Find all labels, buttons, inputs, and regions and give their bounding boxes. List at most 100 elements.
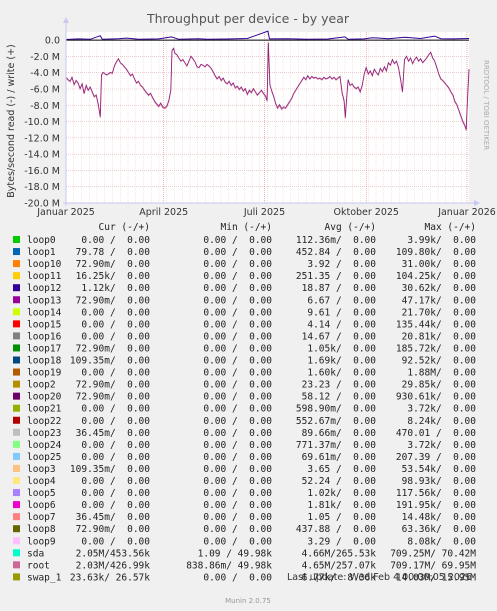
y-tick-label: -18.0 M — [24, 182, 60, 193]
legend-swatch — [13, 416, 20, 424]
legend-avg-value: 1.69k/ 0.00 — [307, 356, 376, 367]
legend-series-name: loop1 — [27, 247, 56, 258]
legend-min-value: 0.00 / 0.00 — [203, 283, 272, 294]
legend-cur-value: 72.90m/ 0.00 — [76, 295, 151, 306]
legend-swatch — [13, 308, 20, 316]
legend-cur-value: 72.90m/ 0.00 — [76, 259, 151, 270]
legend-avg-value: 251.35 / 0.00 — [296, 271, 376, 282]
legend-min-value: 0.00 / 0.00 — [203, 488, 272, 499]
legend-cur-value: 72.90m/ 0.00 — [76, 380, 151, 391]
legend-swatch — [13, 440, 20, 448]
legend-min-value: 0.00 / 0.00 — [203, 512, 272, 523]
legend-max-value: 63.36k/ 0.00 — [402, 524, 477, 535]
legend-min-value: 0.00 / 0.00 — [203, 259, 272, 270]
legend-cur-value: 0.00 / 0.00 — [81, 319, 150, 330]
legend-min-value: 0.00 / 0.00 — [203, 440, 272, 451]
chart-title: Throughput per device - by year — [146, 11, 350, 26]
legend-max-value: 709.17M/ 69.95M — [390, 560, 476, 571]
legend-min-value: 0.00 / 0.00 — [203, 235, 272, 246]
legend-series-name: loop3 — [27, 464, 56, 475]
legend-swatch — [13, 380, 20, 388]
legend-series-name: loop25 — [27, 452, 61, 463]
last-update: Last update: Wed Feb 4 00:00:05 2026 — [287, 572, 472, 583]
legend-min-value: 0.00 / 0.00 — [203, 464, 272, 475]
y-axis-arrow-icon — [63, 17, 69, 23]
legend-max-value: 21.70k/ 0.00 — [402, 307, 477, 318]
legend-min-value: 0.00 / 0.00 — [203, 476, 272, 487]
legend-max-value: 47.17k/ 0.00 — [402, 295, 477, 306]
legend-avg-value: 58.12 / 0.00 — [302, 392, 377, 403]
legend-series-name: loop5 — [27, 488, 56, 499]
legend-avg-value: 52.24 / 0.00 — [302, 476, 377, 487]
legend-cur-value: 36.45m/ 0.00 — [76, 512, 151, 523]
legend-avg-value: 69.61m/ 0.00 — [302, 452, 377, 463]
legend-cur-value: 0.00 / 0.00 — [81, 416, 150, 427]
x-tick-label: Oktober 2025 — [333, 207, 399, 218]
x-tick-label: Juli 2025 — [243, 207, 285, 218]
legend-avg-value: 437.88 / 0.00 — [296, 524, 376, 535]
legend-series-name: loop17 — [27, 343, 61, 354]
legend-series-name: loop8 — [27, 524, 56, 535]
legend-max-value: 185.72k/ 0.00 — [396, 343, 476, 354]
legend-avg-value: 1.05k/ 0.00 — [307, 343, 376, 354]
legend-column-header: Avg (-/+) — [325, 222, 376, 233]
legend-min-value: 0.00 / 0.00 — [203, 392, 272, 403]
legend-swatch — [13, 356, 20, 364]
legend-series-name: loop16 — [27, 331, 62, 342]
legend-series-name: loop15 — [27, 319, 61, 330]
legend-avg-value: 6.67 / 0.00 — [307, 295, 376, 306]
legend-min-value: 0.00 / 0.00 — [203, 536, 272, 547]
legend-series-name: loop18 — [27, 356, 62, 367]
legend-swatch — [13, 296, 20, 304]
legend-cur-value: 16.25k/ 0.00 — [76, 271, 151, 282]
legend-swatch — [13, 392, 20, 400]
legend-max-value: 30.62k/ 0.00 — [402, 283, 477, 294]
legend-min-value: 0.00 / 0.00 — [203, 416, 272, 427]
legend-cur-value: 109.35m/ 0.00 — [70, 356, 150, 367]
legend-min-value: 0.00 / 0.00 — [203, 319, 272, 330]
legend-max-value: 3.72k/ 0.00 — [407, 404, 476, 415]
legend-cur-value: 109.35m/ 0.00 — [70, 464, 150, 475]
legend-max-value: 117.56k/ 0.00 — [396, 488, 476, 499]
legend-column-header: Min (-/+) — [221, 222, 272, 233]
y-tick-label: -2.0 M — [30, 52, 60, 63]
legend-swatch — [13, 428, 20, 436]
legend-series-name: swap_1 — [27, 572, 62, 583]
legend-avg-value: 1.81k/ 0.00 — [307, 500, 376, 511]
legend-cur-value: 23.63k/ 26.57k — [70, 572, 150, 583]
legend-series-name: loop13 — [27, 295, 61, 306]
legend-max-value: 29.85k/ 0.00 — [402, 380, 477, 391]
legend-max-value: 207.39 / 0.00 — [396, 452, 476, 463]
legend-series-name: sda — [27, 548, 44, 559]
y-tick-label: -14.0 M — [24, 150, 60, 161]
legend-swatch — [13, 368, 20, 376]
legend: Cur (-/+) Min (-/+) Avg (-/+) Max (-/+) loop… — [13, 222, 476, 583]
legend-swatch — [13, 344, 20, 352]
legend-swatch — [13, 248, 20, 256]
legend-avg-value: 552.67m/ 0.00 — [296, 416, 376, 427]
legend-series-name: loop7 — [27, 512, 56, 523]
x-axis-arrow-icon — [474, 200, 480, 206]
legend-max-value: 20.81k/ 0.00 — [402, 331, 477, 342]
legend-avg-value: 9.61 / 0.00 — [307, 307, 376, 318]
legend-min-value: 1.09 / 49.98k — [198, 548, 273, 559]
legend-min-value: 0.00 / 0.00 — [203, 356, 272, 367]
x-tick-label: Januar 2026 — [437, 207, 496, 218]
legend-swatch — [13, 320, 20, 328]
legend-cur-value: 0.00 / 0.00 — [81, 500, 150, 511]
legend-max-value: 98.93k/ 0.00 — [402, 476, 477, 487]
legend-min-value: 838.86m/ 49.98k — [186, 560, 272, 571]
legend-avg-value: 14.67 / 0.00 — [302, 331, 377, 342]
legend-max-value: 53.54k/ 0.00 — [402, 464, 477, 475]
legend-avg-value: 3.92 / 0.00 — [307, 259, 376, 270]
legend-min-value: 0.00 / 0.00 — [203, 428, 272, 439]
legend-cur-value: 0.00 / 0.00 — [81, 235, 150, 246]
legend-swatch — [13, 236, 20, 243]
x-tick-label: Januar 2025 — [36, 207, 95, 218]
legend-avg-value: 18.87 / 0.00 — [302, 283, 377, 294]
legend-series-name: loop14 — [27, 307, 62, 318]
legend-swatch — [13, 452, 20, 460]
legend-cur-value: 2.05M/453.56k — [76, 548, 151, 559]
y-tick-label: -10.0 M — [24, 117, 60, 128]
legend-swatch — [13, 477, 20, 484]
